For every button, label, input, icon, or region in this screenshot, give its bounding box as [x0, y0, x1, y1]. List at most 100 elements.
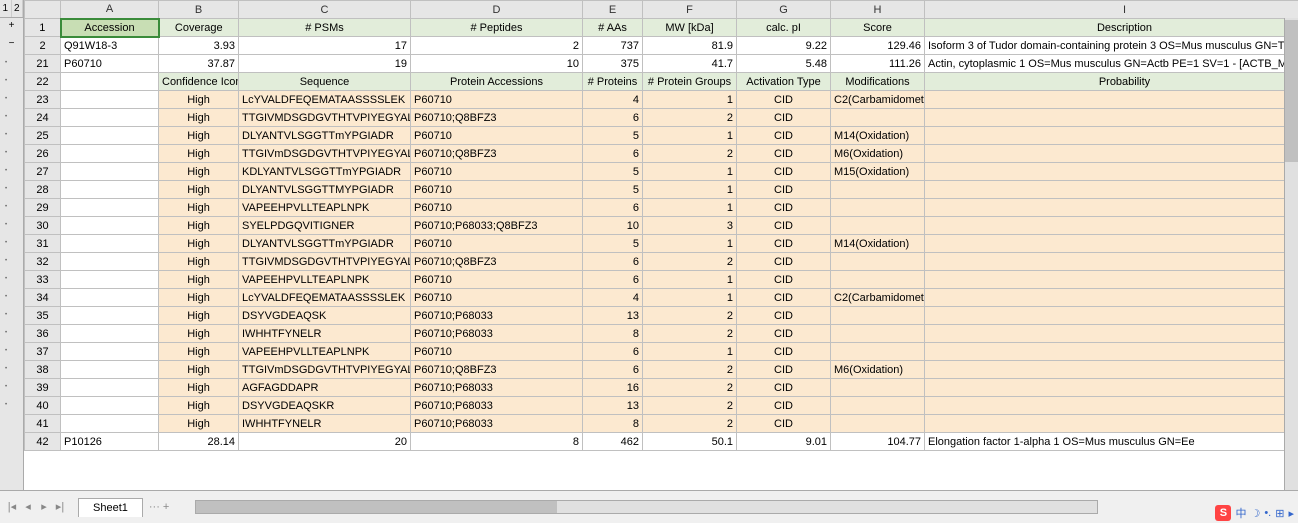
- vertical-scrollbar[interactable]: [1284, 18, 1298, 490]
- cell[interactable]: CID: [737, 91, 831, 109]
- row-header[interactable]: 40: [25, 397, 61, 415]
- header-cell[interactable]: Confidence Icon: [159, 73, 239, 91]
- cell[interactable]: Isoform 3 of Tudor domain-containing pro…: [925, 37, 1298, 55]
- cell[interactable]: [831, 271, 925, 289]
- cell[interactable]: P60710: [411, 343, 583, 361]
- outline-level-1[interactable]: 1: [0, 0, 12, 17]
- cell[interactable]: High: [159, 253, 239, 271]
- tab-nav-first[interactable]: |◂: [5, 500, 19, 514]
- cell[interactable]: P60710;P68033: [411, 397, 583, 415]
- cell[interactable]: CID: [737, 307, 831, 325]
- cell[interactable]: [61, 127, 159, 145]
- cell[interactable]: P60710: [411, 163, 583, 181]
- cell[interactable]: [61, 235, 159, 253]
- cell[interactable]: 6: [583, 145, 643, 163]
- tab-nav-next[interactable]: ▸: [37, 500, 51, 514]
- cell[interactable]: 737: [583, 37, 643, 55]
- cell[interactable]: P60710: [411, 271, 583, 289]
- cell[interactable]: [61, 361, 159, 379]
- keyboard-icon[interactable]: ⊞: [1275, 507, 1284, 520]
- cell[interactable]: 375: [583, 55, 643, 73]
- cell[interactable]: 68.10: [925, 235, 1298, 253]
- cell[interactable]: 6: [583, 253, 643, 271]
- cell[interactable]: P60710;P68033: [411, 415, 583, 433]
- cell[interactable]: High: [159, 415, 239, 433]
- cell[interactable]: P60710;Q8BFZ3: [411, 361, 583, 379]
- row-header[interactable]: 32: [25, 253, 61, 271]
- cell[interactable]: 16: [583, 379, 643, 397]
- cell[interactable]: CID: [737, 379, 831, 397]
- cell[interactable]: SYELPDGQVITIGNER: [239, 217, 411, 235]
- cell[interactable]: IWHHTFYNELR: [239, 415, 411, 433]
- cell[interactable]: TTGIVmDSGDGVTHTVPIYEGYAL: [239, 145, 411, 163]
- tray-dots-icon[interactable]: •.: [1264, 507, 1271, 519]
- row-header[interactable]: 36: [25, 325, 61, 343]
- sogou-icon[interactable]: S: [1215, 505, 1231, 521]
- cell[interactable]: 6: [583, 271, 643, 289]
- cell[interactable]: 1: [643, 289, 737, 307]
- cell[interactable]: 5: [583, 235, 643, 253]
- column-header-C[interactable]: C: [239, 1, 411, 19]
- cell[interactable]: High: [159, 109, 239, 127]
- cell[interactable]: DSYVGDEAQSK: [239, 307, 411, 325]
- cell[interactable]: High: [159, 217, 239, 235]
- column-header-F[interactable]: F: [643, 1, 737, 19]
- cell[interactable]: 1: [643, 163, 737, 181]
- tray-caret-icon[interactable]: ▸: [1288, 507, 1294, 520]
- header-cell[interactable]: # AAs: [583, 19, 643, 37]
- row-header[interactable]: 31: [25, 235, 61, 253]
- cell[interactable]: M14(Oxidation): [831, 127, 925, 145]
- cell[interactable]: [831, 415, 925, 433]
- column-header-H[interactable]: H: [831, 1, 925, 19]
- cell[interactable]: P60710: [411, 181, 583, 199]
- row-header[interactable]: 28: [25, 181, 61, 199]
- header-cell[interactable]: # Peptides: [411, 19, 583, 37]
- cell[interactable]: P60710: [61, 55, 159, 73]
- cell[interactable]: 2: [643, 109, 737, 127]
- tab-nav-last[interactable]: ▸|: [53, 500, 67, 514]
- cell[interactable]: 41.7: [643, 55, 737, 73]
- cell[interactable]: 2: [643, 325, 737, 343]
- cell[interactable]: 4: [583, 289, 643, 307]
- cell[interactable]: 1: [643, 127, 737, 145]
- cell[interactable]: 20: [239, 433, 411, 451]
- cell[interactable]: [831, 199, 925, 217]
- cell[interactable]: DSYVGDEAQSKR: [239, 397, 411, 415]
- cell[interactable]: 1: [643, 91, 737, 109]
- cell[interactable]: 6: [583, 343, 643, 361]
- header-cell[interactable]: # PSMs: [239, 19, 411, 37]
- cell[interactable]: 3.93: [159, 37, 239, 55]
- cell[interactable]: High: [159, 91, 239, 109]
- cell[interactable]: High: [159, 289, 239, 307]
- row-header[interactable]: 25: [25, 127, 61, 145]
- cell[interactable]: LcYVALDFEQEMATAASSSSLEK: [239, 289, 411, 307]
- cell[interactable]: P60710;P68033: [411, 325, 583, 343]
- cell[interactable]: [61, 145, 159, 163]
- cell[interactable]: 19.96: [925, 271, 1298, 289]
- cell[interactable]: 2: [643, 361, 737, 379]
- cell[interactable]: CID: [737, 415, 831, 433]
- cell[interactable]: [61, 415, 159, 433]
- cell[interactable]: 121.80: [925, 91, 1298, 109]
- cell[interactable]: 87.60: [925, 217, 1298, 235]
- cell[interactable]: 38.87: [925, 163, 1298, 181]
- cell[interactable]: 54.11: [925, 325, 1298, 343]
- cell[interactable]: 40.36: [925, 415, 1298, 433]
- select-all-corner[interactable]: [25, 1, 61, 19]
- cell[interactable]: Elongation factor 1-alpha 1 OS=Mus muscu…: [925, 433, 1298, 451]
- vscroll-thumb[interactable]: [1285, 20, 1298, 162]
- cell[interactable]: DLYANTVLSGGTTMYPGIADR: [239, 181, 411, 199]
- cell[interactable]: 5: [583, 127, 643, 145]
- cell[interactable]: 50.90: [925, 307, 1298, 325]
- cell[interactable]: High: [159, 343, 239, 361]
- cell[interactable]: [61, 379, 159, 397]
- cell[interactable]: KDLYANTVLSGGTTmYPGIADR: [239, 163, 411, 181]
- cell[interactable]: 8: [583, 325, 643, 343]
- cell[interactable]: TTGIVMDSGDGVTHTVPIYEGYAL: [239, 109, 411, 127]
- outline-expand-button[interactable]: +: [6, 18, 18, 36]
- cell[interactable]: P10126: [61, 433, 159, 451]
- cell[interactable]: High: [159, 361, 239, 379]
- cell[interactable]: [61, 271, 159, 289]
- cell[interactable]: High: [159, 235, 239, 253]
- cell[interactable]: 13: [583, 307, 643, 325]
